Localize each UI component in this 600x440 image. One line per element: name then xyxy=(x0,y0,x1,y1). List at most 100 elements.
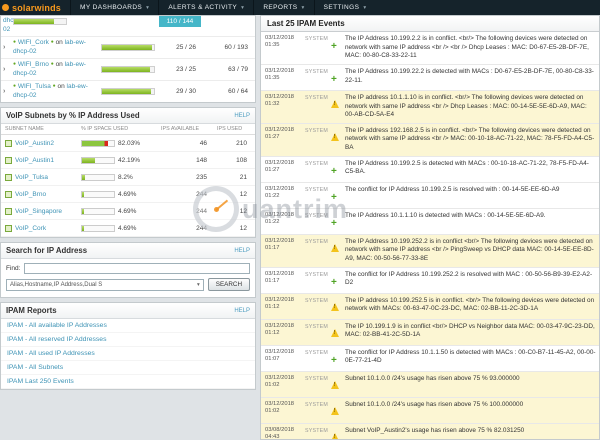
event-time: 01:12 xyxy=(265,330,305,337)
voip-ips-available: 244 xyxy=(161,191,217,198)
event-row[interactable]: 03/12/2018 01:27 SYSTEM The IP address 1… xyxy=(261,124,599,157)
scope-utilization-fill xyxy=(14,19,54,24)
chevron-down-icon: ▾ xyxy=(241,5,244,11)
event-date: 03/12/2018 xyxy=(265,186,305,193)
voip-subnet-name[interactable]: VoIP_Cork xyxy=(5,225,81,232)
search-help-link[interactable]: HELP xyxy=(234,248,250,254)
nav-menu-item[interactable]: ALERTS & ACTIVITY ▾ xyxy=(158,0,253,15)
event-row[interactable]: 03/12/2018 01:17 SYSTEM The IP Address 1… xyxy=(261,235,599,268)
scope-utilization-bar xyxy=(101,44,155,51)
voip-pct-label: 82.03% xyxy=(118,140,140,147)
nav-menu-item[interactable]: MY DASHBOARDS ▾ xyxy=(70,0,158,15)
voip-ips-used: 108 xyxy=(217,157,257,164)
event-time: 01:17 xyxy=(265,278,305,285)
event-row[interactable]: 03/12/2018 01:12 SYSTEM The IP address 1… xyxy=(261,294,599,320)
event-row[interactable]: 03/12/2018 01:27 SYSTEM The IP Address 1… xyxy=(261,157,599,183)
event-row[interactable]: 03/12/2018 01:12 SYSTEM The IP 10.199.1.… xyxy=(261,320,599,346)
event-icon-cell xyxy=(331,160,345,179)
event-timestamp: 03/12/2018 01:22 xyxy=(265,186,305,205)
voip-subnet-name[interactable]: VoIP_Austin1 xyxy=(5,157,81,164)
ip-search-panel: Search for IP Address HELP Find: Alias,H… xyxy=(0,242,256,298)
voip-usage-fill xyxy=(82,226,84,231)
voip-subnet-row[interactable]: VoIP_Singapore 4.69% 244 12 xyxy=(1,203,255,220)
voip-subnet-name[interactable]: VoIP_Austin2 xyxy=(5,140,81,147)
solarwinds-logo-text: solarwinds xyxy=(12,3,61,13)
event-row[interactable]: 03/12/2018 01:17 SYSTEM The conflict for… xyxy=(261,268,599,294)
voip-subnet-link[interactable]: VoIP_Singapore xyxy=(15,208,62,215)
voip-usage-bar xyxy=(81,174,115,181)
event-timestamp: 03/12/2018 01:17 xyxy=(265,238,305,264)
event-type: SYSTEM xyxy=(305,160,331,179)
reports-help-link[interactable]: HELP xyxy=(234,308,250,314)
event-message: The IP Address 10.199.252.2 is in confli… xyxy=(345,238,596,264)
dhcp-scope-row[interactable]: › ● ● ew-dhcp-02 110 / 144 xyxy=(1,15,255,37)
dhcp-scope-row[interactable]: › ● WIFI_Brno ● on lab-ew-dhcp-02 23 / 2… xyxy=(1,59,255,81)
event-row[interactable]: 03/12/2018 01:02 SYSTEM Subnet 10.1.0.0 … xyxy=(261,398,599,424)
event-row[interactable]: 03/12/2018 01:22 SYSTEM The IP Address 1… xyxy=(261,209,599,235)
event-status-icon xyxy=(331,355,337,366)
report-link[interactable]: IPAM - All Subnets xyxy=(1,361,255,375)
voip-subnet-link[interactable]: VoIP_Austin2 xyxy=(15,140,54,147)
event-message: The conflict for IP Address 10.199.2.5 i… xyxy=(345,186,596,205)
voip-subnet-link[interactable]: VoIP_Austin1 xyxy=(15,157,54,164)
event-icon-cell xyxy=(331,323,345,342)
scope-value-2: 63 / 79 xyxy=(201,66,253,73)
voip-ips-used: 12 xyxy=(217,208,257,215)
event-type: SYSTEM xyxy=(305,35,331,61)
expand-arrow-icon[interactable]: › xyxy=(3,66,13,73)
voip-usage-bar xyxy=(81,140,115,147)
subnet-icon xyxy=(5,208,12,215)
col-ip-space-used: % IP SPACE USED xyxy=(81,126,161,132)
report-link[interactable]: IPAM - All available IP Addresses xyxy=(1,319,255,333)
voip-help-link[interactable]: HELP xyxy=(234,113,250,119)
event-time: 01:35 xyxy=(265,75,305,82)
event-row[interactable]: 03/12/2018 01:07 SYSTEM The conflict for… xyxy=(261,346,599,372)
voip-subnet-row[interactable]: VoIP_Austin2 82.03% 46 210 xyxy=(1,135,255,152)
report-link[interactable]: IPAM - All used IP Addresses xyxy=(1,347,255,361)
event-row[interactable]: 03/12/2018 01:32 SYSTEM The IP address 1… xyxy=(261,91,599,124)
voip-subnet-row[interactable]: VoIP_Tulsa 8.2% 235 21 xyxy=(1,169,255,186)
event-row[interactable]: 03/12/2018 01:02 SYSTEM Subnet 10.1.0.0 … xyxy=(261,372,599,398)
voip-subnet-row[interactable]: VoIP_Austin1 42.19% 148 108 xyxy=(1,152,255,169)
event-time: 01:35 xyxy=(265,42,305,49)
search-panel-body: Find: Alias,Hostname,IP Address,Dual S ▾… xyxy=(1,259,255,297)
search-in-select[interactable]: Alias,Hostname,IP Address,Dual S ▾ xyxy=(6,279,204,291)
scope-name-link[interactable]: WIFI_Brno xyxy=(18,61,49,68)
voip-subnet-link[interactable]: VoIP_Brno xyxy=(15,191,46,198)
scope-name-link[interactable]: WIFI_Cork xyxy=(18,39,49,46)
event-row[interactable]: 03/08/2018 04:43 SYSTEM Subnet VoIP_Aust… xyxy=(261,424,599,439)
scope-name-link[interactable]: WIFI_Tulsa xyxy=(18,83,51,90)
expand-arrow-icon[interactable]: › xyxy=(3,44,13,51)
voip-subnet-link[interactable]: VoIP_Cork xyxy=(15,225,46,232)
event-row[interactable]: 03/12/2018 01:35 SYSTEM The IP Address 1… xyxy=(261,32,599,65)
event-row[interactable]: 03/12/2018 01:35 SYSTEM The IP Address 1… xyxy=(261,65,599,91)
col-ips-available: IPS AVAILABLE xyxy=(161,126,217,132)
event-timestamp: 03/12/2018 01:02 xyxy=(265,375,305,394)
status-up-icon: ● xyxy=(13,83,16,89)
report-link[interactable]: IPAM - All reserved IP Addresses xyxy=(1,333,255,347)
find-label: Find: xyxy=(6,265,20,272)
voip-subnet-name[interactable]: VoIP_Tulsa xyxy=(5,174,81,181)
event-message: The IP Address 10.199.22.2 is detected w… xyxy=(345,68,596,87)
nav-menu-item[interactable]: REPORTS ▾ xyxy=(253,0,313,15)
find-input[interactable] xyxy=(24,263,250,274)
status-up-icon: ● xyxy=(53,83,56,89)
voip-subnet-link[interactable]: VoIP_Tulsa xyxy=(15,174,48,181)
event-row[interactable]: 03/12/2018 01:22 SYSTEM The conflict for… xyxy=(261,183,599,209)
dhcp-scope-row[interactable]: › ● WIFI_Cork ● on lab-ew-dhcp-02 25 / 2… xyxy=(1,37,255,59)
search-in-value: Alias,Hostname,IP Address,Dual S xyxy=(10,282,102,288)
event-date: 03/12/2018 xyxy=(265,212,305,219)
chevron-down-icon: ▾ xyxy=(363,5,366,11)
nav-menu-item[interactable]: SETTINGS ▾ xyxy=(314,0,376,15)
dhcp-scope-row[interactable]: › ● WIFI_Tulsa ● on lab-ew-dhcp-02 29 / … xyxy=(1,81,255,103)
search-button[interactable]: SEARCH xyxy=(208,278,250,291)
solarwinds-logo[interactable]: solarwinds xyxy=(0,0,70,15)
voip-subnet-name[interactable]: VoIP_Singapore xyxy=(5,208,81,215)
voip-ips-used: 12 xyxy=(217,191,257,198)
expand-arrow-icon[interactable]: › xyxy=(3,88,13,95)
voip-subnet-name[interactable]: VoIP_Brno xyxy=(5,191,81,198)
voip-subnet-row[interactable]: VoIP_Brno 4.69% 244 12 xyxy=(1,186,255,203)
voip-subnet-row[interactable]: VoIP_Cork 4.69% 244 12 xyxy=(1,220,255,237)
report-link[interactable]: IPAM Last 250 Events xyxy=(1,375,255,389)
voip-column-headers: SUBNET NAME % IP SPACE USED IPS AVAILABL… xyxy=(1,124,255,135)
